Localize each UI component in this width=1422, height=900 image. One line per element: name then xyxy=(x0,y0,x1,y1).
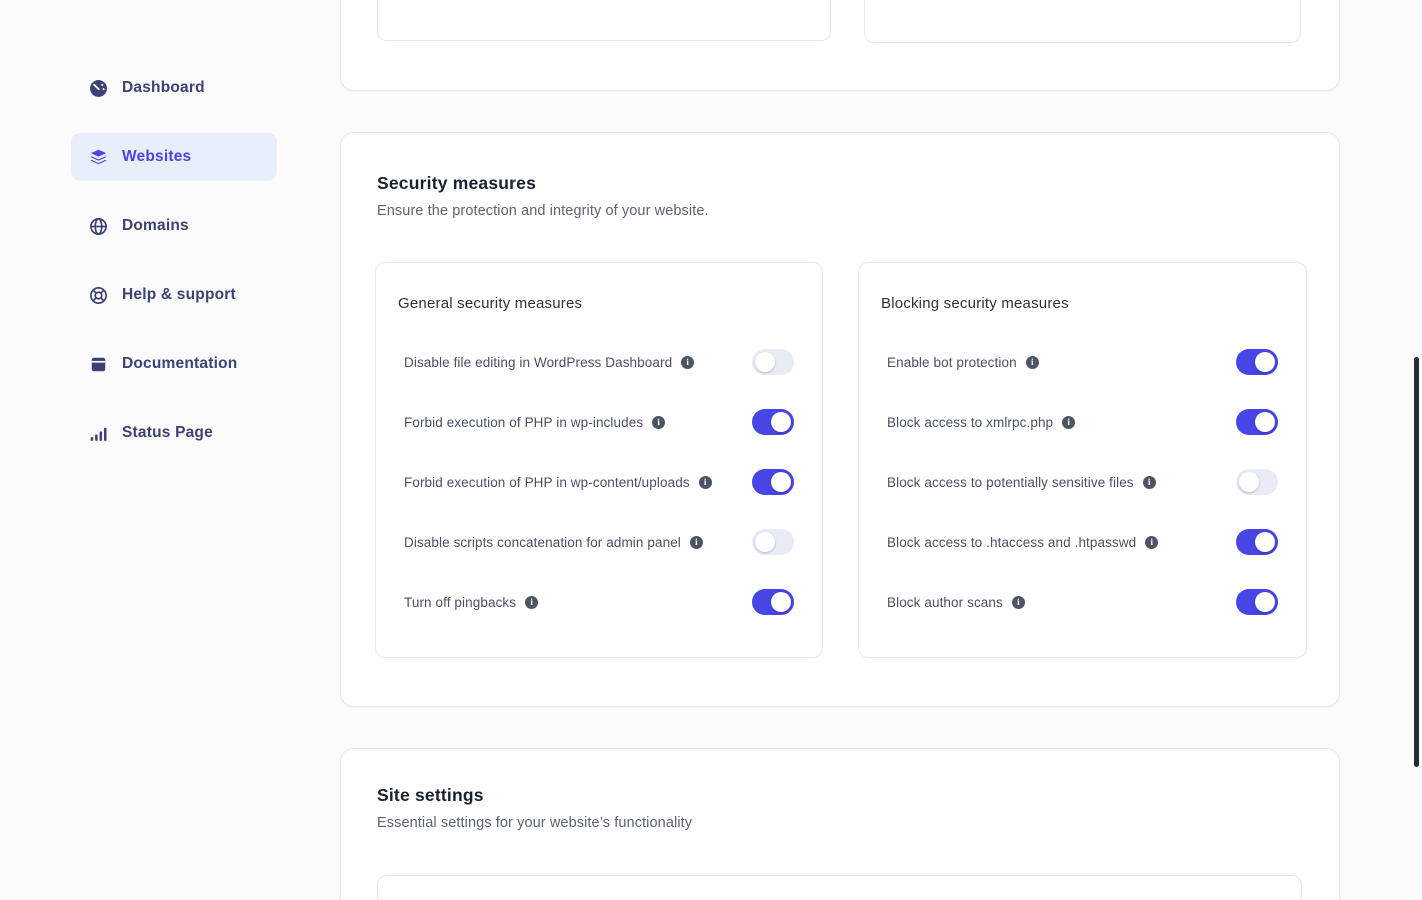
toggle-switch[interactable] xyxy=(752,589,794,615)
toggle-row: Disable file editing in WordPress Dashbo… xyxy=(376,332,822,392)
ssl-certificate-card: Certificate Authority i GTS CA 1P5 xyxy=(340,0,1340,91)
sidebar-nav: Dashboard Websites Domains Help & support Do… xyxy=(71,64,277,457)
site-settings-card: Site settings Essential settings for you… xyxy=(340,748,1340,900)
security-section-title: Security measures xyxy=(377,173,1303,194)
sidebar-item-label: Websites xyxy=(122,148,191,166)
toggle-label: Turn off pingbacks xyxy=(404,595,516,610)
toggle-knob xyxy=(771,592,791,612)
blocking-security-panel: Blocking security measures Enable bot pr… xyxy=(858,262,1307,658)
toggle-knob xyxy=(1255,412,1275,432)
toggle-switch[interactable] xyxy=(1236,469,1278,495)
toggle-switch[interactable] xyxy=(1236,409,1278,435)
sidebar-item-documentation[interactable]: Documentation xyxy=(71,340,277,388)
info-icon[interactable]: i xyxy=(1012,596,1025,609)
toggle-knob xyxy=(755,352,775,372)
toggle-knob xyxy=(1239,472,1259,492)
ssl-actions-panel xyxy=(377,0,831,41)
toggle-knob xyxy=(1255,592,1275,612)
blocking-security-rows: Enable bot protectioniBlock access to xm… xyxy=(859,332,1306,632)
layers-icon xyxy=(89,148,108,167)
toggle-row: Block access to potentially sensitive fi… xyxy=(859,452,1306,512)
globe-icon xyxy=(89,217,108,236)
toggle-row: Block access to xmlrpc.php i xyxy=(859,392,1306,452)
toggle-row: Forbid execution of PHP in wp-includes i xyxy=(376,392,822,452)
toggle-label: Disable scripts concatenation for admin … xyxy=(404,535,681,550)
info-icon[interactable]: i xyxy=(1143,476,1156,489)
toggle-row: Block access to .htaccess and .htpasswd i xyxy=(859,512,1306,572)
toggle-switch[interactable] xyxy=(1236,589,1278,615)
blocking-security-title: Blocking security measures xyxy=(859,263,1306,312)
general-security-title: General security measures xyxy=(376,263,822,312)
security-section-subtitle: Ensure the protection and integrity of y… xyxy=(377,203,1303,219)
app-screen: Dashboard Websites Domains Help & support Do… xyxy=(0,0,1422,900)
toggle-knob xyxy=(1255,352,1275,372)
info-icon[interactable]: i xyxy=(1062,416,1075,429)
sidebar-item-label: Status Page xyxy=(122,424,213,442)
toggle-label: Block access to .htaccess and .htpasswd xyxy=(887,535,1136,550)
lifebuoy-icon xyxy=(89,286,108,305)
toggle-knob xyxy=(1255,532,1275,552)
toggle-row: Forbid execution of PHP in wp-content/up… xyxy=(376,452,822,512)
toggle-knob xyxy=(771,412,791,432)
sidebar-item-dashboard[interactable]: Dashboard xyxy=(71,64,277,112)
info-icon[interactable]: i xyxy=(652,416,665,429)
toggle-row: Enable bot protection i xyxy=(859,332,1306,392)
toggle-switch[interactable] xyxy=(1236,349,1278,375)
toggle-switch[interactable] xyxy=(752,529,794,555)
toggle-label: Block access to potentially sensitive fi… xyxy=(887,475,1134,490)
site-settings-panel xyxy=(377,875,1302,900)
sidebar-item-label: Help & support xyxy=(122,286,236,304)
sidebar-item-status-page[interactable]: Status Page xyxy=(71,409,277,457)
toggle-row: Disable scripts concatenation for admin … xyxy=(376,512,822,572)
toggle-switch[interactable] xyxy=(752,469,794,495)
site-settings-subtitle: Essential settings for your website’s fu… xyxy=(377,815,1303,831)
toggle-label: Block author scans xyxy=(887,595,1003,610)
info-icon[interactable]: i xyxy=(525,596,538,609)
toggle-switch[interactable] xyxy=(752,409,794,435)
sidebar-item-label: Documentation xyxy=(122,355,237,373)
toggle-label: Enable bot protection xyxy=(887,355,1017,370)
toggle-row: Block author scans i xyxy=(859,572,1306,632)
toggle-label: Disable file editing in WordPress Dashbo… xyxy=(404,355,672,370)
toggle-knob xyxy=(771,472,791,492)
sidebar-item-domains[interactable]: Domains xyxy=(71,202,277,250)
toggle-label: Block access to xmlrpc.php xyxy=(887,415,1053,430)
toggle-row: Turn off pingbacks i xyxy=(376,572,822,632)
general-security-panel: General security measures Disable file e… xyxy=(375,262,823,658)
sidebar-item-label: Dashboard xyxy=(122,79,205,97)
bar-chart-icon xyxy=(89,424,108,443)
info-icon[interactable]: i xyxy=(1026,356,1039,369)
info-icon[interactable]: i xyxy=(681,356,694,369)
sidebar-item-websites[interactable]: Websites xyxy=(71,133,277,181)
info-icon[interactable]: i xyxy=(1145,536,1158,549)
sidebar-item-help-support[interactable]: Help & support xyxy=(71,271,277,319)
book-icon xyxy=(89,355,108,374)
vertical-scrollbar-thumb[interactable] xyxy=(1414,357,1419,767)
security-measures-card: Security measures Ensure the protection … xyxy=(340,132,1340,707)
toggle-switch[interactable] xyxy=(1236,529,1278,555)
info-icon[interactable]: i xyxy=(690,536,703,549)
site-settings-title: Site settings xyxy=(377,785,1303,806)
certificate-details-panel: Certificate Authority i GTS CA 1P5 xyxy=(864,0,1301,43)
toggle-switch[interactable] xyxy=(752,349,794,375)
info-icon[interactable]: i xyxy=(699,476,712,489)
toggle-label: Forbid execution of PHP in wp-includes xyxy=(404,415,643,430)
sidebar-item-label: Domains xyxy=(122,217,189,235)
general-security-rows: Disable file editing in WordPress Dashbo… xyxy=(376,332,822,632)
toggle-knob xyxy=(755,532,775,552)
toggle-label: Forbid execution of PHP in wp-content/up… xyxy=(404,475,690,490)
dashboard-gauge-icon xyxy=(89,79,108,98)
